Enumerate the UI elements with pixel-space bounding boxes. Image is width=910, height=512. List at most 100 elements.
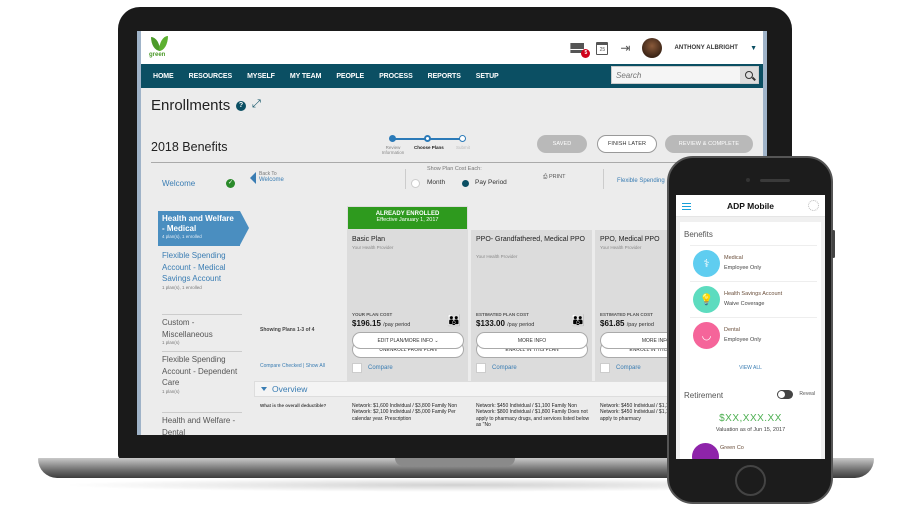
benefits-card: Benefits ⚕ Medical Employee Only 💡 Healt… [680, 222, 821, 385]
welcome-link[interactable]: Welcome [162, 179, 195, 188]
nav-myself[interactable]: MYSELF [247, 73, 275, 80]
reveal-label: Reveal [799, 391, 815, 397]
logout-icon[interactable]: ⇥ [620, 42, 630, 54]
cost-period: /pay period [507, 322, 535, 328]
compare-checkbox[interactable] [600, 363, 610, 373]
cost-amount: $196.15 [352, 319, 381, 328]
check-icon: ✓ [226, 179, 235, 188]
top-bar: green 5 25 ⇥ ANTHONY ALBRIGHT ▼ [141, 31, 763, 64]
saved-button[interactable]: SAVED [537, 135, 587, 153]
valuation-date: Valuation as of Jun 15, 2017 [715, 427, 786, 433]
enrolled-banner: ALREADY ENROLLED Effective January 1, 20… [347, 206, 468, 230]
app-bar: ADP Mobile [676, 195, 825, 217]
showing-plans-label: Showing Plans 1-3 of 4 [260, 327, 315, 333]
nav-people[interactable]: PEOPLE [336, 73, 364, 80]
finish-later-button[interactable]: FINISH LATER [597, 135, 657, 153]
benefit-item-dental[interactable]: ◡ Dental Employee Only [690, 317, 817, 353]
radio-month[interactable] [411, 179, 420, 188]
phone-screen: ADP Mobile Benefits ⚕ Medical Employee O… [676, 195, 825, 459]
benefit-item-hsa[interactable]: 💡 Health Savings Account Waive Coverage [690, 281, 817, 317]
leaf-icon [159, 36, 168, 51]
plan-provider: Your Health Provider [476, 254, 518, 259]
sidebar-item-title: Custom - Miscellaneous [162, 318, 213, 339]
calendar-icon[interactable]: 25 [596, 41, 609, 55]
section-title: 2018 Benefits [151, 140, 228, 154]
step-dot-choose [424, 135, 431, 142]
expand-icon[interactable]: ⤢ [252, 98, 261, 111]
compare-label[interactable]: Compare [492, 365, 517, 371]
compare-checkbox[interactable] [352, 363, 362, 373]
sidebar-item-custom[interactable]: Custom - Miscellaneous 1 plan(s) [162, 317, 242, 345]
view-all-link[interactable]: VIEW ALL [676, 365, 825, 371]
sidebar-item-title: Health and Welfare - Medical [162, 214, 234, 233]
nav-my-team[interactable]: MY TEAM [290, 73, 322, 80]
cost-label: ESTIMATED PLAN COST [476, 312, 529, 317]
benefit-item-medical[interactable]: ⚕ Medical Employee Only [690, 245, 817, 281]
plan-card: Basic Plan Your Health Provider YOUR PLA… [347, 230, 468, 381]
back-to-welcome-link[interactable]: Welcome [259, 177, 284, 183]
print-button[interactable]: ⎙ PRINT [543, 174, 565, 181]
user-name[interactable]: ANTHONY ALBRIGHT [674, 45, 738, 51]
search-box [611, 66, 759, 84]
nav-process[interactable]: PROCESS [379, 73, 413, 80]
sidebar-item-sub: 1 plan(s) [162, 388, 180, 394]
family-icon: 👪 [571, 315, 585, 327]
radio-pay-period-label[interactable]: Pay Period [475, 179, 507, 186]
stethoscope-icon: ⚕ [693, 250, 720, 277]
lightbulb-icon: 💡 [693, 286, 720, 313]
edit-plan-button[interactable]: EDIT PLAN/MORE INFO ⌄ [352, 332, 464, 349]
benefit-status: Employee Only [724, 265, 762, 271]
phone-home-button[interactable] [735, 465, 766, 496]
compare-label[interactable]: Compare [368, 365, 393, 371]
compare-label[interactable]: Compare [616, 365, 641, 371]
cost-label: YOUR PLAN COST [352, 312, 393, 317]
nav-resources[interactable]: RESOURCES [189, 73, 233, 80]
compare-checkbox[interactable] [476, 363, 486, 373]
plan-cost: $133.00 /pay period [476, 319, 534, 328]
mail-button[interactable]: 5 [570, 43, 591, 58]
green-logo[interactable]: green [149, 35, 171, 61]
phone-speaker [760, 179, 790, 182]
plan-provider: Your Health Provider [352, 245, 394, 250]
step-label: Choose Plans [414, 145, 444, 150]
account-avatar [692, 443, 719, 459]
next-section-link[interactable]: Flexible Spending [617, 178, 665, 184]
help-icon[interactable]: ? [236, 101, 246, 111]
review-complete-button[interactable]: REVIEW & COMPLETE [665, 135, 753, 153]
compare-links[interactable]: Compare Checked | Show All [260, 363, 325, 369]
radio-month-label[interactable]: Month [427, 179, 445, 186]
screen-edge [137, 31, 141, 435]
benefit-name: Dental [724, 327, 740, 333]
app-title: ADP Mobile [726, 201, 775, 211]
search-input[interactable] [612, 67, 740, 83]
sidebar-item-fsa-dependent[interactable]: Flexible Spending Account - Dependent Ca… [162, 354, 242, 394]
back-arrow-icon[interactable] [250, 172, 256, 184]
nav-setup[interactable]: SETUP [476, 73, 499, 80]
step-label: Review Information [381, 145, 405, 155]
sidebar-item-fsa-medical[interactable]: Flexible Spending Account - Medical Savi… [162, 250, 242, 290]
laptop-notch [395, 458, 515, 466]
account-name[interactable]: Green Co [720, 445, 744, 451]
search-button[interactable] [740, 67, 758, 83]
sidebar-item-title: Health and Welfare - Dental [162, 416, 236, 435]
benefit-status: Waive Coverage [724, 301, 765, 307]
benefit-name: Medical [724, 255, 743, 261]
plan-cost: $61.85 /pay period [600, 319, 654, 328]
gear-icon[interactable] [808, 200, 819, 211]
nav-home[interactable]: HOME [153, 73, 174, 80]
family-icon: 👪 [447, 315, 461, 327]
phone-camera [746, 178, 750, 182]
chevron-down-icon[interactable]: ▼ [750, 45, 757, 52]
radio-pay-period[interactable] [462, 180, 469, 187]
avatar[interactable] [642, 38, 663, 58]
tooth-icon: ◡ [693, 322, 720, 349]
reveal-toggle[interactable] [777, 390, 793, 399]
sidebar-item-dental[interactable]: Health and Welfare - Dental [162, 415, 242, 435]
plan-cost: $196.15 /pay period [352, 319, 410, 328]
print-label: PRINT [548, 174, 566, 180]
more-info-button[interactable]: MORE INFO [476, 332, 588, 349]
sidebar-item-medical[interactable]: Health and Welfare - Medical 4 plan(s), … [158, 211, 249, 246]
plan-name: Basic Plan [352, 236, 386, 243]
nav-reports[interactable]: REPORTS [428, 73, 461, 80]
cost-amount: $61.85 [600, 319, 625, 328]
